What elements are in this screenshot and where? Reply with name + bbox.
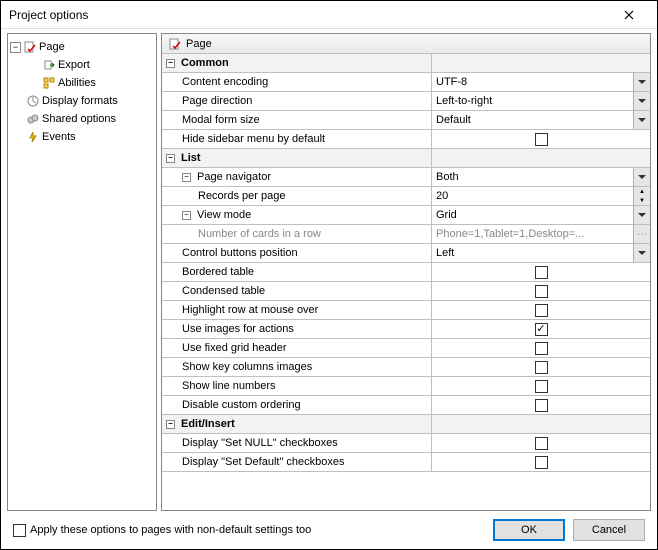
row-set-default[interactable]: Display "Set Default" checkboxes: [162, 453, 650, 472]
spinner-button[interactable]: ▲▼: [633, 187, 650, 205]
dropdown-button[interactable]: [633, 111, 650, 129]
checkbox[interactable]: [535, 456, 548, 469]
row-direction[interactable]: Page direction Left-to-right: [162, 92, 650, 111]
content-title: Page: [186, 38, 212, 50]
chevron-down-icon: [638, 251, 646, 255]
display-formats-icon: [26, 94, 40, 108]
events-icon: [26, 130, 40, 144]
sidebar-item-label: Page: [39, 41, 65, 53]
checkbox[interactable]: [535, 323, 548, 336]
collapse-icon[interactable]: −: [182, 173, 191, 182]
page-check-icon: [23, 40, 37, 54]
abilities-icon: [42, 76, 56, 90]
row-modal[interactable]: Modal form size Default: [162, 111, 650, 130]
checkbox[interactable]: [535, 304, 548, 317]
dropdown-button[interactable]: [633, 92, 650, 110]
window-title: Project options: [9, 8, 609, 22]
row-bordered[interactable]: Bordered table: [162, 263, 650, 282]
content-header: Page: [162, 34, 650, 54]
row-hide-sidebar[interactable]: Hide sidebar menu by default: [162, 130, 650, 149]
checkbox[interactable]: [535, 133, 548, 146]
sidebar-item-label: Abilities: [58, 77, 96, 89]
sidebar-item-label: Events: [42, 131, 76, 143]
row-cards-row[interactable]: Number of cards in a row Phone=1,Tablet=…: [162, 225, 650, 244]
sidebar-item-shared-options[interactable]: Shared options: [10, 110, 154, 128]
row-disable-order[interactable]: Disable custom ordering: [162, 396, 650, 415]
row-records[interactable]: Records per page 20▲▼: [162, 187, 650, 206]
row-set-null[interactable]: Display "Set NULL" checkboxes: [162, 434, 650, 453]
sidebar-item-label: Display formats: [42, 95, 118, 107]
ellipsis-button[interactable]: ⋯: [633, 225, 650, 243]
checkbox[interactable]: [535, 342, 548, 355]
chevron-down-icon: [638, 175, 646, 179]
row-key-cols[interactable]: Show key columns images: [162, 358, 650, 377]
checkbox[interactable]: [535, 361, 548, 374]
close-icon: [624, 10, 634, 20]
group-edit[interactable]: −Edit/Insert: [162, 415, 650, 434]
collapse-icon[interactable]: −: [182, 211, 191, 220]
close-button[interactable]: [609, 2, 649, 28]
spin-up-icon[interactable]: ▲: [634, 187, 650, 196]
group-list[interactable]: −List: [162, 149, 650, 168]
chevron-down-icon: [638, 213, 646, 217]
page-check-icon: [168, 37, 182, 51]
chevron-down-icon: [638, 118, 646, 122]
checkbox[interactable]: [535, 399, 548, 412]
checkbox[interactable]: [535, 266, 548, 279]
row-line-nums[interactable]: Show line numbers: [162, 377, 650, 396]
ok-button[interactable]: OK: [493, 519, 565, 541]
row-control-pos[interactable]: Control buttons position Left: [162, 244, 650, 263]
apply-all-checkbox[interactable]: Apply these options to pages with non-de…: [13, 524, 311, 537]
collapse-icon[interactable]: −: [166, 420, 175, 429]
sidebar-item-display-formats[interactable]: Display formats: [10, 92, 154, 110]
sidebar-item-abilities[interactable]: Abilities: [10, 74, 154, 92]
chevron-down-icon: [638, 80, 646, 84]
dropdown-button[interactable]: [633, 206, 650, 224]
property-grid: Page −Common Content encoding UTF-8 Page…: [161, 33, 651, 511]
sidebar-item-events[interactable]: Events: [10, 128, 154, 146]
project-options-window: Project options − Page Export Abilities: [0, 0, 658, 550]
sidebar-tree: − Page Export Abilities Display formats: [7, 33, 157, 511]
collapse-icon[interactable]: −: [166, 59, 175, 68]
expand-toggle[interactable]: −: [10, 42, 21, 53]
dropdown-button[interactable]: [633, 73, 650, 91]
row-encoding[interactable]: Content encoding UTF-8: [162, 73, 650, 92]
row-images[interactable]: Use images for actions: [162, 320, 650, 339]
dropdown-button[interactable]: [633, 168, 650, 186]
export-icon: [42, 58, 56, 72]
collapse-icon[interactable]: −: [166, 154, 175, 163]
dropdown-button[interactable]: [633, 244, 650, 262]
footer: Apply these options to pages with non-de…: [1, 511, 657, 549]
sidebar-item-label: Export: [58, 59, 90, 71]
checkbox[interactable]: [13, 524, 26, 537]
body: − Page Export Abilities Display formats: [1, 29, 657, 511]
row-condensed[interactable]: Condensed table: [162, 282, 650, 301]
group-common[interactable]: −Common: [162, 54, 650, 73]
sidebar-item-export[interactable]: Export: [10, 56, 154, 74]
checkbox[interactable]: [535, 437, 548, 450]
row-navigator[interactable]: −Page navigator Both: [162, 168, 650, 187]
sidebar-item-page[interactable]: − Page: [10, 38, 154, 56]
apply-all-label: Apply these options to pages with non-de…: [30, 524, 311, 536]
row-fixed-header[interactable]: Use fixed grid header: [162, 339, 650, 358]
checkbox[interactable]: [535, 380, 548, 393]
row-highlight[interactable]: Highlight row at mouse over: [162, 301, 650, 320]
spin-down-icon[interactable]: ▼: [634, 196, 650, 205]
grid-body: −Common Content encoding UTF-8 Page dire…: [162, 54, 650, 510]
chevron-down-icon: [638, 99, 646, 103]
row-view-mode[interactable]: −View mode Grid: [162, 206, 650, 225]
titlebar: Project options: [1, 1, 657, 29]
sidebar-item-label: Shared options: [42, 113, 116, 125]
checkbox[interactable]: [535, 285, 548, 298]
shared-options-icon: [26, 112, 40, 126]
cancel-button[interactable]: Cancel: [573, 519, 645, 541]
